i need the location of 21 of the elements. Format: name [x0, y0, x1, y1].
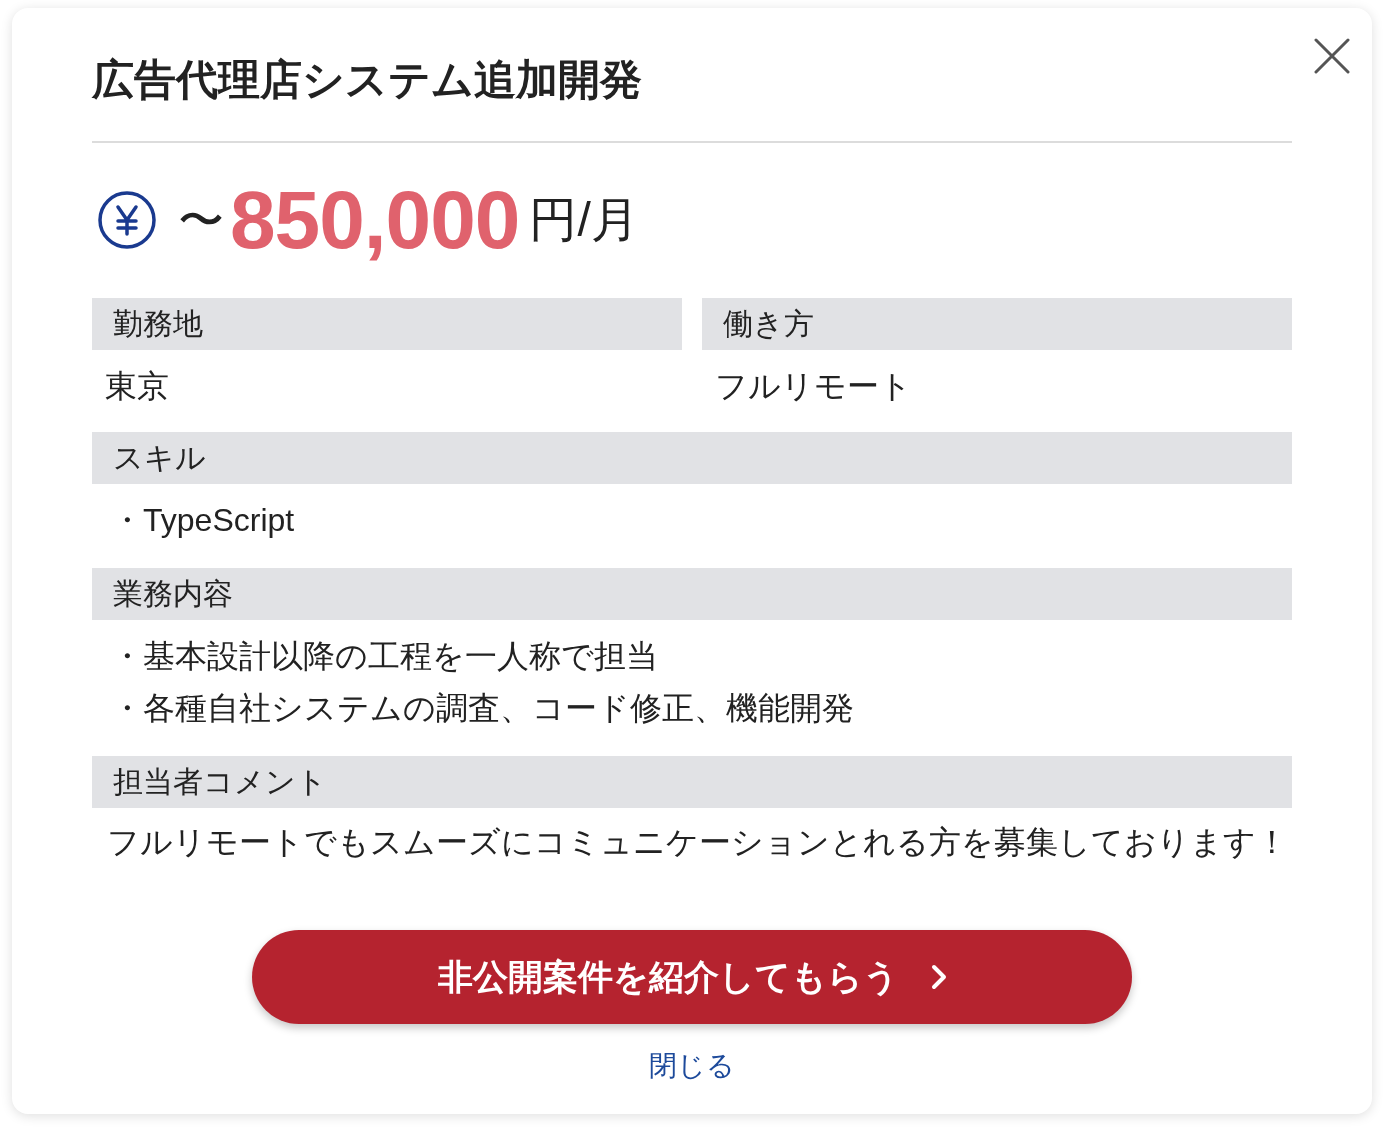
list-item: ・基本設計以降の工程を一人称で担当 — [110, 637, 659, 676]
salary-amount: 850,000 — [230, 179, 520, 261]
field-label: 勤務地 — [92, 298, 682, 350]
yen-icon — [98, 191, 156, 249]
salary-unit: 円/月 — [529, 196, 639, 244]
field-value: 東京 — [104, 367, 170, 406]
close-icon — [1314, 38, 1350, 74]
close-link[interactable]: 閉じる — [649, 1044, 735, 1088]
introduce-jobs-button[interactable]: 非公開案件を紹介してもらう — [252, 930, 1132, 1024]
close-button[interactable] — [1312, 36, 1352, 76]
list-item: ・TypeScript — [110, 501, 296, 540]
field-label: 働き方 — [702, 298, 1292, 350]
section-label: 担当者コメント — [92, 756, 1292, 808]
chevron-right-icon — [930, 964, 947, 990]
section-label: 業務内容 — [92, 568, 1292, 620]
section-label: スキル — [92, 432, 1292, 484]
field-value: フルリモート — [714, 367, 913, 406]
salary-prefix: 〜 — [178, 197, 224, 243]
dialog-title: 広告代理店システム追加開発 — [92, 55, 642, 105]
comment-text: フルリモートでもスムーズにコミュニケーションとれる方を募集しております！ — [106, 823, 1289, 862]
list-item: ・各種自社システムの調査、コード修正、機能開発 — [110, 689, 855, 728]
